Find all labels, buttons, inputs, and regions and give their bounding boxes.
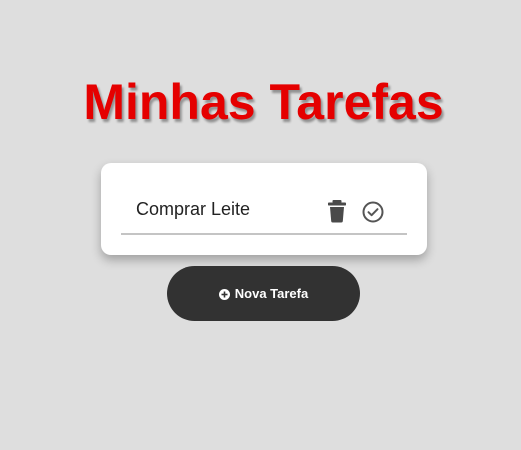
task-item: Comprar Leite [121,185,407,235]
plus-circle-icon [218,288,230,300]
check-circle-icon[interactable] [361,200,385,224]
new-task-label: Nova Tarefa [234,286,309,301]
task-text: Comprar Leite [136,199,251,219]
trash-icon[interactable] [326,199,348,223]
task-list-card: Comprar Leite [101,163,427,255]
page-title: Minhas Tarefas [83,74,444,130]
new-task-button[interactable]: Nova Tarefa [167,266,360,321]
